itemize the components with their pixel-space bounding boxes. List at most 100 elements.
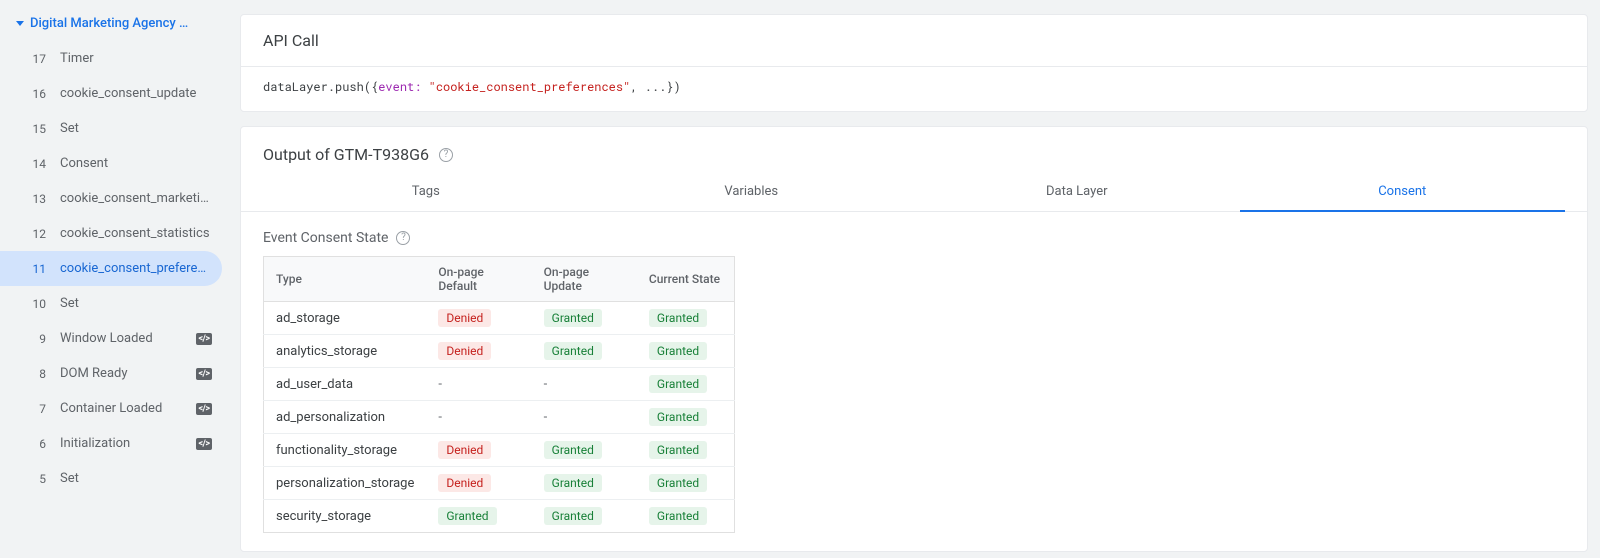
sidebar-container-header[interactable]: Digital Marketing Agency …: [0, 8, 230, 41]
consent-state-pill: Granted: [649, 375, 707, 393]
consent-cell: Granted: [637, 500, 735, 533]
sidebar-item-number: 10: [28, 297, 46, 311]
table-row: personalization_storage Denied Granted Gran…: [264, 467, 735, 500]
consent-type: ad_storage: [264, 302, 427, 335]
api-call-title: API Call: [241, 15, 1587, 67]
sidebar-item-number: 17: [28, 52, 46, 66]
consent-type: security_storage: [264, 500, 427, 533]
sidebar-item-label: Set: [60, 121, 212, 136]
consent-cell: Granted: [637, 467, 735, 500]
sidebar-item[interactable]: 10 Set: [0, 286, 222, 321]
tab-variables[interactable]: Variables: [589, 174, 915, 211]
help-icon[interactable]: ?: [396, 231, 410, 245]
sidebar-item-label: cookie_consent_statistics: [60, 226, 212, 241]
sidebar-item-label: Set: [60, 296, 212, 311]
sidebar-item-number: 5: [28, 472, 46, 486]
consent-cell: -: [426, 401, 531, 434]
table-row: ad_personalization--Granted: [264, 401, 735, 434]
sidebar-item[interactable]: 5 Set: [0, 461, 222, 496]
consent-state-pill: Granted: [649, 474, 707, 492]
consent-cell: -: [532, 401, 637, 434]
consent-table-header: Type: [264, 257, 427, 302]
sidebar-item-number: 15: [28, 122, 46, 136]
caret-down-icon: [16, 21, 24, 26]
table-row: ad_user_data--Granted: [264, 368, 735, 401]
consent-cell: Denied: [426, 302, 531, 335]
consent-cell: Granted: [637, 434, 735, 467]
code-icon: </>: [196, 438, 212, 450]
code-string: "cookie_consent_preferences": [429, 79, 631, 95]
sidebar-item[interactable]: 13 cookie_consent_marketi…: [0, 181, 222, 216]
consent-type: analytics_storage: [264, 335, 427, 368]
sidebar-item-number: 16: [28, 87, 46, 101]
consent-state-pill: Granted: [544, 342, 602, 360]
sidebar-item[interactable]: 17Timer: [0, 41, 222, 76]
consent-type: ad_personalization: [264, 401, 427, 434]
sidebar-item-number: 12: [28, 227, 46, 241]
consent-state-pill: Granted: [544, 441, 602, 459]
table-row: security_storage Granted Granted Granted: [264, 500, 735, 533]
tab-data-layer[interactable]: Data Layer: [914, 174, 1240, 211]
output-title: Output of GTM-T938G6: [263, 145, 429, 164]
code-icon: </>: [196, 403, 212, 415]
consent-state-pill: Granted: [649, 309, 707, 327]
sidebar-item[interactable]: 8DOM Ready</>: [0, 356, 222, 391]
consent-cell: -: [426, 368, 531, 401]
consent-cell: Granted: [532, 302, 637, 335]
sidebar-item[interactable]: 11cookie_consent_prefere…: [0, 251, 222, 286]
sidebar-item[interactable]: 7Container Loaded</>: [0, 391, 222, 426]
consent-table-header: On-page Update: [532, 257, 637, 302]
consent-type: functionality_storage: [264, 434, 427, 467]
consent-cell: Granted: [637, 401, 735, 434]
sidebar-item-label: Set: [60, 471, 212, 486]
consent-cell: Granted: [532, 335, 637, 368]
consent-cell: Granted: [637, 335, 735, 368]
sidebar-item-number: 8: [28, 367, 46, 381]
consent-state-pill: Granted: [544, 309, 602, 327]
sidebar-item[interactable]: 14Consent: [0, 146, 222, 181]
sidebar-item-number: 11: [28, 262, 46, 276]
consent-cell: Denied: [426, 467, 531, 500]
consent-state-pill: Denied: [438, 309, 491, 327]
table-row: functionality_storage Denied Granted Grante…: [264, 434, 735, 467]
sidebar-item-number: 9: [28, 332, 46, 346]
code-prefix: dataLayer.push({: [263, 79, 378, 95]
help-icon[interactable]: ?: [439, 148, 453, 162]
sidebar-item-number: 7: [28, 402, 46, 416]
consent-section-title: Event Consent State: [263, 230, 388, 246]
consent-state-pill: Denied: [438, 441, 491, 459]
sidebar-item-label: Consent: [60, 156, 212, 171]
consent-type: ad_user_data: [264, 368, 427, 401]
table-row: analytics_storageDenied Granted Granted: [264, 335, 735, 368]
consent-state-pill: Granted: [438, 507, 496, 525]
sidebar-item[interactable]: 15 Set: [0, 111, 222, 146]
consent-cell: Granted: [532, 434, 637, 467]
code-icon: </>: [196, 333, 212, 345]
sidebar-item-number: 13: [28, 192, 46, 206]
tab-consent[interactable]: Consent: [1240, 174, 1566, 211]
consent-type: personalization_storage: [264, 467, 427, 500]
sidebar-item[interactable]: 16cookie_consent_update: [0, 76, 222, 111]
api-call-code: dataLayer.push({event: "cookie_consent_p…: [241, 67, 1587, 111]
consent-state-pill: Granted: [649, 408, 707, 426]
consent-state-pill: Granted: [649, 441, 707, 459]
consent-cell: Granted: [637, 302, 735, 335]
consent-dash: -: [438, 410, 442, 425]
sidebar-item-label: cookie_consent_marketi…: [60, 191, 212, 206]
sidebar-item-label: Window Loaded: [60, 331, 182, 346]
output-tabs: TagsVariablesData LayerConsent: [241, 174, 1587, 212]
consent-cell: Denied: [426, 434, 531, 467]
consent-state-pill: Granted: [649, 507, 707, 525]
sidebar-item[interactable]: 12 cookie_consent_statistics: [0, 216, 222, 251]
consent-cell: Denied: [426, 335, 531, 368]
sidebar-item[interactable]: 6Initialization</>: [0, 426, 222, 461]
consent-state-pill: Granted: [544, 507, 602, 525]
code-suffix: , ...}): [630, 79, 680, 95]
consent-cell: Granted: [532, 500, 637, 533]
consent-table-header: Current State: [637, 257, 735, 302]
sidebar-item[interactable]: 9 Window Loaded </>: [0, 321, 222, 356]
consent-state-pill: Granted: [544, 474, 602, 492]
tab-tags[interactable]: Tags: [263, 174, 589, 211]
consent-state-pill: Denied: [438, 474, 491, 492]
code-icon: </>: [196, 368, 212, 380]
